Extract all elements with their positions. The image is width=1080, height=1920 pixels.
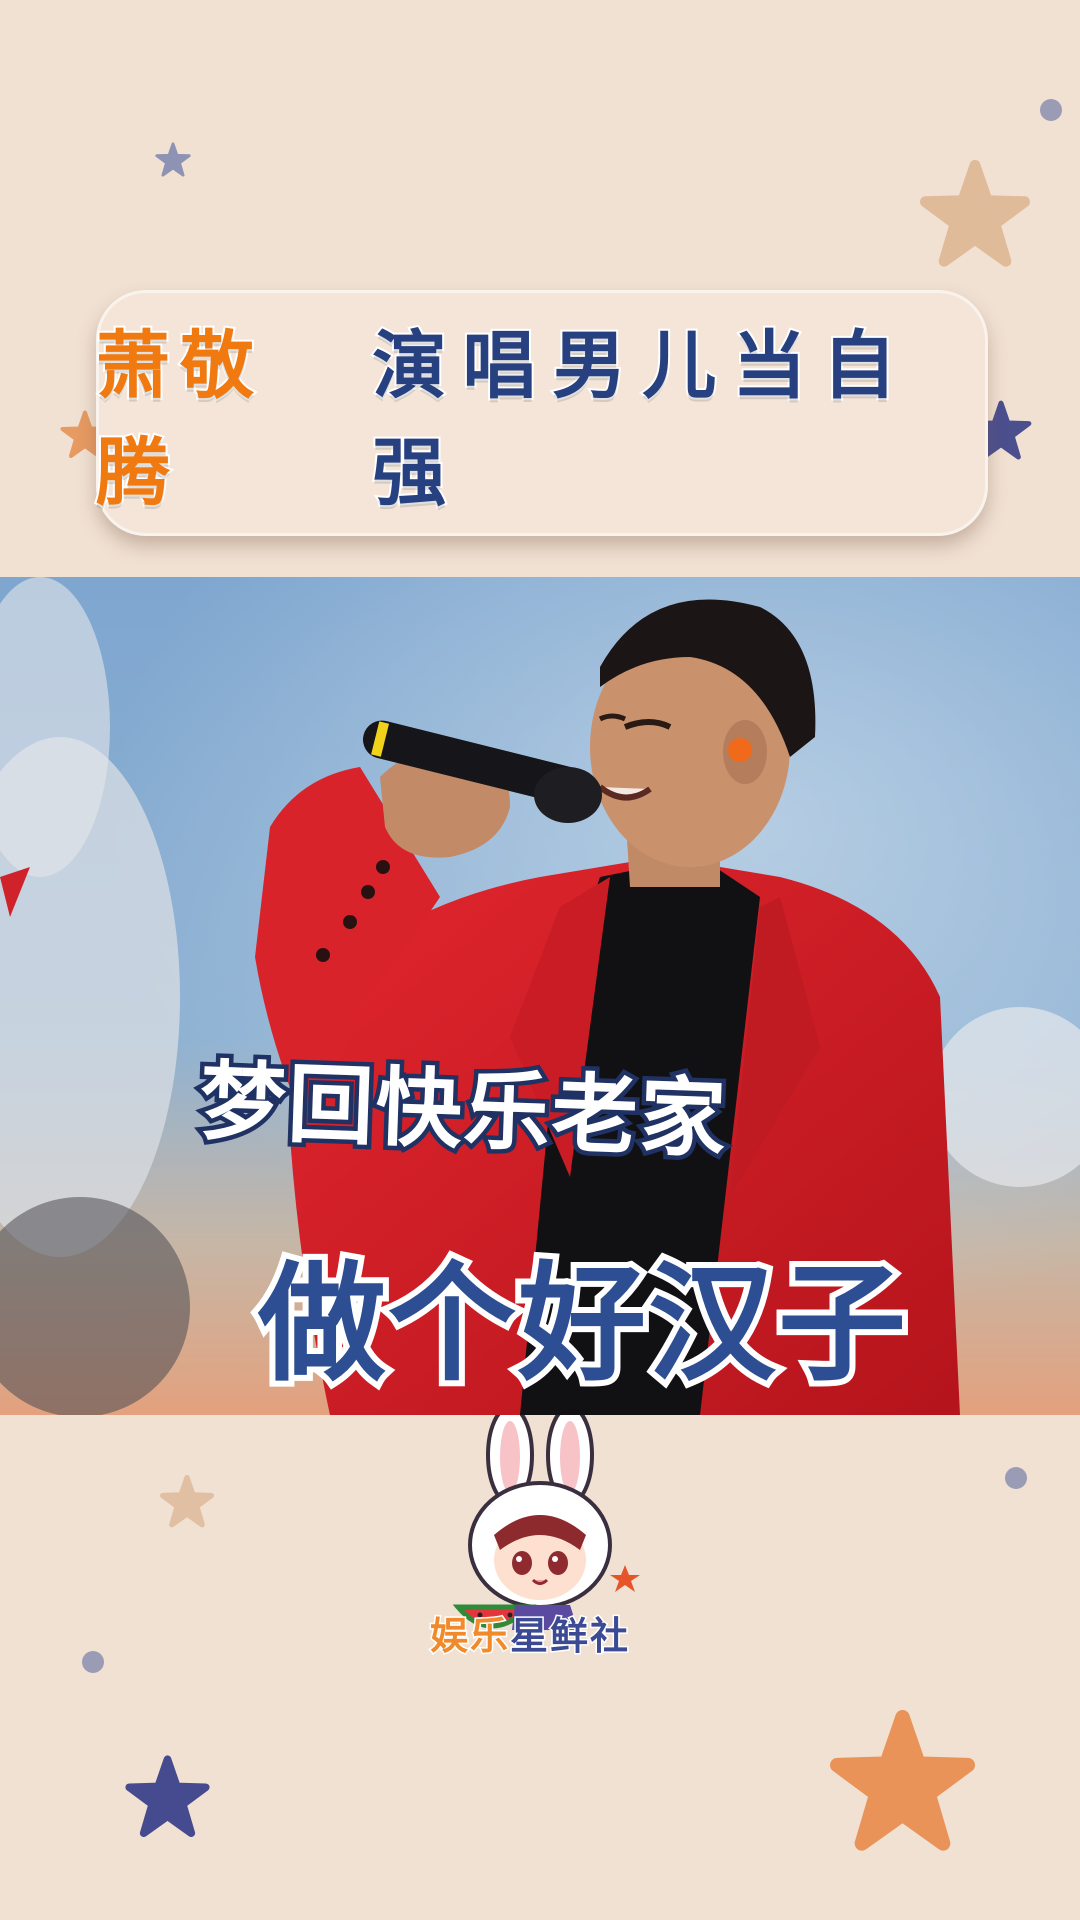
subtitle-line-1: 梦回快乐老家	[194, 1047, 734, 1174]
brand-text-part2: 星鲜社	[509, 1613, 631, 1660]
subtitle-line-2: 做个好汉子	[252, 1244, 912, 1405]
dot-decoration	[1005, 1467, 1027, 1489]
dot-decoration	[1040, 99, 1062, 121]
title-card: 萧敬腾 演唱男儿当自强	[94, 290, 988, 536]
brand-text-part1: 娱乐	[428, 1613, 511, 1660]
star-decoration-icon	[155, 142, 191, 177]
star-decoration-icon	[160, 1475, 214, 1528]
star-decoration-icon	[125, 1755, 210, 1838]
star-decoration-icon	[920, 160, 1030, 267]
singer-name: 萧敬腾	[94, 321, 264, 518]
star-decoration-icon	[830, 1710, 975, 1851]
dot-decoration	[82, 1651, 104, 1673]
song-title: 演唱男儿当自强	[370, 321, 913, 518]
brand-logo-text: 娱乐星鲜社	[428, 1605, 631, 1660]
